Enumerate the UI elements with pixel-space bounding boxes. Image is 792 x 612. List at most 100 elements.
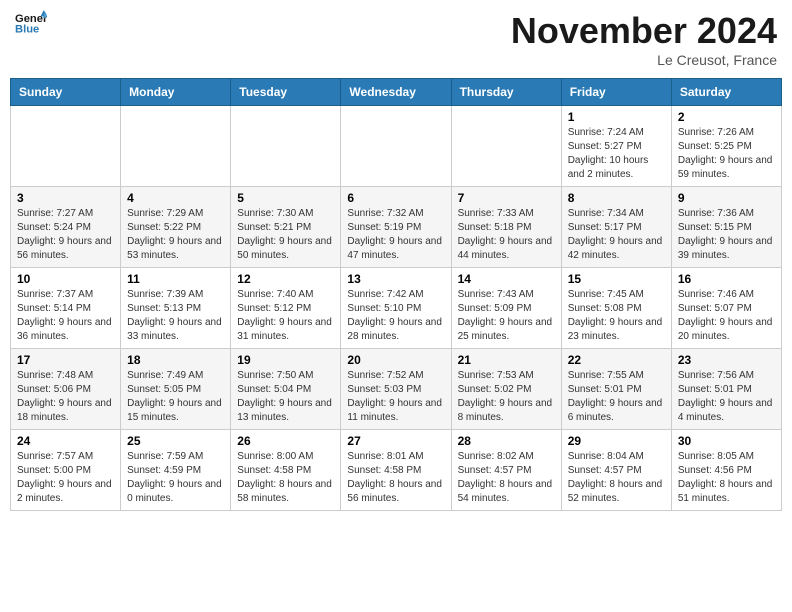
day-info: Sunrise: 7:29 AMSunset: 5:22 PMDaylight:…: [127, 207, 224, 263]
day-number: 25: [127, 434, 224, 448]
weekday-header-saturday: Saturday: [671, 79, 781, 106]
day-number: 13: [347, 272, 444, 286]
day-info: Sunrise: 7:50 AMSunset: 5:04 PMDaylight:…: [237, 369, 334, 425]
day-info: Sunrise: 8:02 AMSunset: 4:57 PMDaylight:…: [458, 450, 555, 506]
day-number: 3: [17, 191, 114, 205]
calendar-cell: [231, 106, 341, 187]
calendar-table: SundayMondayTuesdayWednesdayThursdayFrid…: [10, 78, 782, 511]
calendar-cell: 30Sunrise: 8:05 AMSunset: 4:56 PMDayligh…: [671, 430, 781, 511]
calendar-cell: 1 Sunrise: 7:24 AMSunset: 5:27 PMDaylight…: [561, 106, 671, 187]
calendar-week-row: 17 Sunrise: 7:48 AMSunset: 5:06 PMDayligh…: [11, 349, 782, 430]
day-number: 8: [568, 191, 665, 205]
day-number: 9: [678, 191, 775, 205]
day-info: Sunrise: 8:00 AMSunset: 4:58 PMDaylight:…: [237, 450, 334, 506]
day-info: Sunrise: 7:43 AMSunset: 5:09 PMDaylight:…: [458, 288, 555, 344]
day-info: Sunrise: 7:56 AMSunset: 5:01 PMDaylight:…: [678, 369, 775, 425]
day-info: Sunrise: 7:49 AMSunset: 5:05 PMDaylight:…: [127, 369, 224, 425]
day-info: Sunrise: 7:37 AMSunset: 5:14 PMDaylight:…: [17, 288, 114, 344]
calendar-cell: 9Sunrise: 7:36 AMSunset: 5:15 PMDaylight…: [671, 187, 781, 268]
day-number: 4: [127, 191, 224, 205]
day-info: Sunrise: 7:59 AMSunset: 4:59 PMDaylight:…: [127, 450, 224, 506]
day-number: 6: [347, 191, 444, 205]
calendar-cell: [341, 106, 451, 187]
calendar-cell: 13 Sunrise: 7:42 AMSunset: 5:10 PMDayligh…: [341, 268, 451, 349]
calendar-header: SundayMondayTuesdayWednesdayThursdayFrid…: [11, 79, 782, 106]
day-info: Sunrise: 7:40 AMSunset: 5:12 PMDaylight:…: [237, 288, 334, 344]
calendar-week-row: 1 Sunrise: 7:24 AMSunset: 5:27 PMDaylight…: [11, 106, 782, 187]
weekday-header-wednesday: Wednesday: [341, 79, 451, 106]
day-number: 12: [237, 272, 334, 286]
day-info: Sunrise: 7:57 AMSunset: 5:00 PMDaylight:…: [17, 450, 114, 506]
day-number: 10: [17, 272, 114, 286]
calendar-body: 1 Sunrise: 7:24 AMSunset: 5:27 PMDaylight…: [11, 106, 782, 511]
day-info: Sunrise: 7:53 AMSunset: 5:02 PMDaylight:…: [458, 369, 555, 425]
day-number: 22: [568, 353, 665, 367]
calendar-cell: 21 Sunrise: 7:53 AMSunset: 5:02 PMDayligh…: [451, 349, 561, 430]
day-number: 17: [17, 353, 114, 367]
calendar-cell: 3 Sunrise: 7:27 AMSunset: 5:24 PMDaylight…: [11, 187, 121, 268]
day-info: Sunrise: 8:01 AMSunset: 4:58 PMDaylight:…: [347, 450, 444, 506]
title-block: November 2024 Le Creusot, France: [511, 10, 777, 68]
month-title: November 2024: [511, 10, 777, 52]
calendar-cell: 22Sunrise: 7:55 AMSunset: 5:01 PMDayligh…: [561, 349, 671, 430]
day-info: Sunrise: 7:32 AMSunset: 5:19 PMDaylight:…: [347, 207, 444, 263]
calendar-cell: 26Sunrise: 8:00 AMSunset: 4:58 PMDayligh…: [231, 430, 341, 511]
day-number: 18: [127, 353, 224, 367]
day-info: Sunrise: 7:26 AMSunset: 5:25 PMDaylight:…: [678, 126, 775, 182]
calendar-cell: 4 Sunrise: 7:29 AMSunset: 5:22 PMDaylight…: [121, 187, 231, 268]
location: Le Creusot, France: [511, 52, 777, 68]
day-info: Sunrise: 7:24 AMSunset: 5:27 PMDaylight:…: [568, 126, 665, 182]
weekday-header-tuesday: Tuesday: [231, 79, 341, 106]
day-info: Sunrise: 7:42 AMSunset: 5:10 PMDaylight:…: [347, 288, 444, 344]
calendar-cell: 25 Sunrise: 7:59 AMSunset: 4:59 PMDayligh…: [121, 430, 231, 511]
page-header: General Blue November 2024 Le Creusot, F…: [10, 10, 782, 68]
day-info: Sunrise: 8:04 AMSunset: 4:57 PMDaylight:…: [568, 450, 665, 506]
day-info: Sunrise: 7:46 AMSunset: 5:07 PMDaylight:…: [678, 288, 775, 344]
calendar-cell: 23 Sunrise: 7:56 AMSunset: 5:01 PMDayligh…: [671, 349, 781, 430]
calendar-week-row: 3 Sunrise: 7:27 AMSunset: 5:24 PMDaylight…: [11, 187, 782, 268]
day-info: Sunrise: 7:48 AMSunset: 5:06 PMDaylight:…: [17, 369, 114, 425]
day-number: 30: [678, 434, 775, 448]
day-info: Sunrise: 7:33 AMSunset: 5:18 PMDaylight:…: [458, 207, 555, 263]
calendar-cell: 24 Sunrise: 7:57 AMSunset: 5:00 PMDayligh…: [11, 430, 121, 511]
svg-text:Blue: Blue: [15, 23, 39, 35]
calendar-cell: 6 Sunrise: 7:32 AMSunset: 5:19 PMDaylight…: [341, 187, 451, 268]
calendar-week-row: 10 Sunrise: 7:37 AMSunset: 5:14 PMDayligh…: [11, 268, 782, 349]
day-number: 24: [17, 434, 114, 448]
day-info: Sunrise: 7:30 AMSunset: 5:21 PMDaylight:…: [237, 207, 334, 263]
calendar-cell: 5 Sunrise: 7:30 AMSunset: 5:21 PMDaylight…: [231, 187, 341, 268]
calendar-cell: 7Sunrise: 7:33 AMSunset: 5:18 PMDaylight…: [451, 187, 561, 268]
logo: General Blue: [15, 10, 47, 38]
day-number: 14: [458, 272, 555, 286]
calendar-cell: 20Sunrise: 7:52 AMSunset: 5:03 PMDayligh…: [341, 349, 451, 430]
calendar-cell: 27 Sunrise: 8:01 AMSunset: 4:58 PMDayligh…: [341, 430, 451, 511]
day-info: Sunrise: 7:52 AMSunset: 5:03 PMDaylight:…: [347, 369, 444, 425]
day-number: 11: [127, 272, 224, 286]
calendar-cell: 15Sunrise: 7:45 AMSunset: 5:08 PMDayligh…: [561, 268, 671, 349]
calendar-cell: 18 Sunrise: 7:49 AMSunset: 5:05 PMDayligh…: [121, 349, 231, 430]
calendar-cell: 2Sunrise: 7:26 AMSunset: 5:25 PMDaylight…: [671, 106, 781, 187]
weekday-row: SundayMondayTuesdayWednesdayThursdayFrid…: [11, 79, 782, 106]
day-info: Sunrise: 7:27 AMSunset: 5:24 PMDaylight:…: [17, 207, 114, 263]
calendar-cell: 12 Sunrise: 7:40 AMSunset: 5:12 PMDayligh…: [231, 268, 341, 349]
day-number: 23: [678, 353, 775, 367]
calendar-cell: [451, 106, 561, 187]
day-number: 27: [347, 434, 444, 448]
calendar-week-row: 24 Sunrise: 7:57 AMSunset: 5:00 PMDayligh…: [11, 430, 782, 511]
weekday-header-monday: Monday: [121, 79, 231, 106]
day-number: 5: [237, 191, 334, 205]
calendar-cell: 19Sunrise: 7:50 AMSunset: 5:04 PMDayligh…: [231, 349, 341, 430]
day-number: 21: [458, 353, 555, 367]
day-number: 28: [458, 434, 555, 448]
calendar-cell: [121, 106, 231, 187]
day-info: Sunrise: 7:39 AMSunset: 5:13 PMDaylight:…: [127, 288, 224, 344]
day-number: 16: [678, 272, 775, 286]
weekday-header-friday: Friday: [561, 79, 671, 106]
calendar-cell: 10 Sunrise: 7:37 AMSunset: 5:14 PMDayligh…: [11, 268, 121, 349]
calendar-cell: [11, 106, 121, 187]
calendar-cell: 16 Sunrise: 7:46 AMSunset: 5:07 PMDayligh…: [671, 268, 781, 349]
day-number: 1: [568, 110, 665, 124]
day-number: 15: [568, 272, 665, 286]
calendar-cell: 14 Sunrise: 7:43 AMSunset: 5:09 PMDayligh…: [451, 268, 561, 349]
logo-icon: General Blue: [15, 10, 47, 38]
